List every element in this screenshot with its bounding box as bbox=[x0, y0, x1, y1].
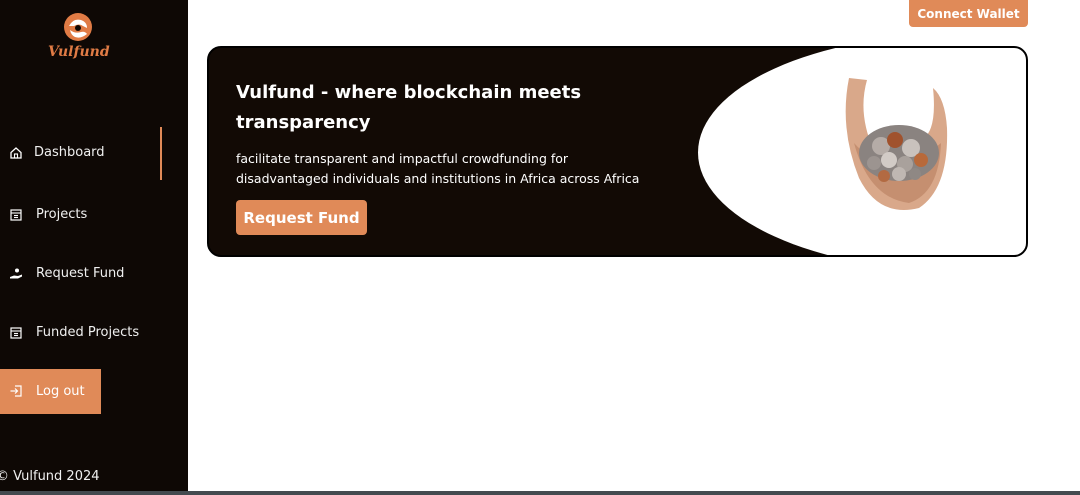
request-fund-button[interactable]: Request Fund bbox=[236, 200, 367, 235]
logo-text: Vulfund bbox=[48, 44, 110, 60]
sidebar-item-projects[interactable]: Projects bbox=[0, 194, 188, 238]
footer-copyright: © Vulfund 2024 bbox=[0, 469, 100, 484]
sidebar-item-label: Funded Projects bbox=[36, 325, 140, 340]
hero-title: Vulfund - where blockchain meets transpa… bbox=[236, 82, 582, 133]
logo-icon bbox=[64, 13, 92, 41]
sidebar-item-request-fund[interactable]: Request Fund bbox=[0, 253, 188, 297]
sidebar-item-label: Projects bbox=[36, 207, 88, 222]
coins-in-hands-image bbox=[845, 78, 948, 210]
sidebar: Vulfund Dashboard Projects Request Fund bbox=[0, 0, 188, 495]
active-indicator bbox=[160, 127, 162, 180]
sidebar-item-label: Dashboard bbox=[34, 145, 105, 160]
connect-wallet-button[interactable]: Connect Wallet bbox=[909, 0, 1028, 27]
sidebar-item-funded-projects[interactable]: Funded Projects bbox=[0, 312, 188, 356]
logo[interactable]: Vulfund bbox=[48, 12, 110, 62]
home-icon bbox=[10, 147, 22, 159]
logout-label: Log out bbox=[36, 384, 85, 399]
hero-banner: Vulfund - where blockchain meets transpa… bbox=[207, 46, 1028, 257]
window-bottom-border bbox=[0, 491, 1080, 495]
projects-icon bbox=[10, 327, 22, 339]
projects-icon bbox=[10, 209, 22, 221]
hand-coin-icon bbox=[10, 268, 22, 279]
logout-button[interactable]: Log out bbox=[0, 369, 101, 414]
hero-description: facilitate transparent and impactful cro… bbox=[236, 151, 640, 186]
logout-icon bbox=[10, 385, 22, 397]
sidebar-item-label: Request Fund bbox=[36, 266, 125, 281]
